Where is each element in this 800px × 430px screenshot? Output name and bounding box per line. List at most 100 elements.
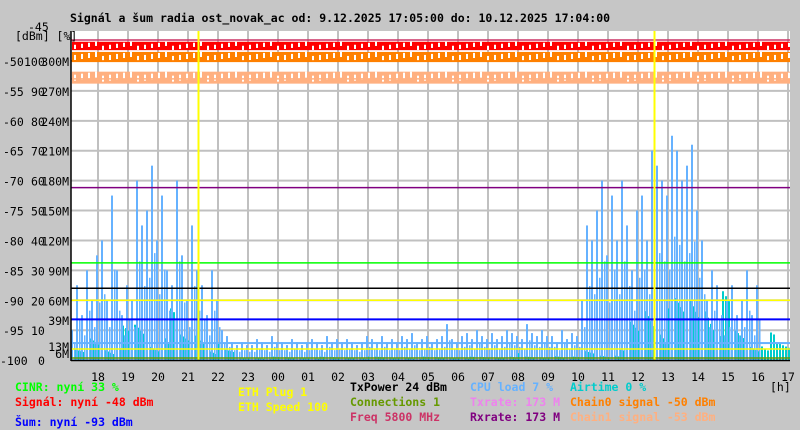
signal-band-gap bbox=[354, 54, 356, 61]
cpu-load-bar bbox=[174, 318, 176, 360]
legend-item: Chain0 signal -50 dBm bbox=[570, 395, 715, 409]
signal-band-gap bbox=[620, 51, 622, 58]
cpu-load-bar bbox=[684, 261, 686, 360]
cpu-load-bar bbox=[721, 315, 723, 360]
signal-band-gap bbox=[165, 71, 167, 78]
signal-band-gap bbox=[340, 51, 342, 58]
signal-band-gap bbox=[256, 53, 258, 60]
signal-band-gap bbox=[445, 51, 447, 58]
cpu-load-bar bbox=[644, 269, 646, 360]
cpu-load-bar bbox=[139, 261, 141, 360]
signal-band-gap bbox=[571, 53, 573, 60]
signal-band-gap bbox=[109, 54, 111, 61]
signal-band-gap bbox=[102, 45, 104, 50]
signal-band-gap bbox=[788, 52, 790, 59]
signal-band-gap bbox=[739, 44, 741, 49]
signal-band-gap bbox=[746, 43, 748, 48]
signal-band-gap bbox=[620, 71, 622, 78]
signal-band-gap bbox=[501, 43, 503, 48]
cpu-load-bar bbox=[141, 225, 143, 360]
signal-band-gap bbox=[599, 74, 601, 81]
signal-band-gap bbox=[144, 74, 146, 81]
signal-band-gap bbox=[389, 74, 391, 81]
cpu-load-bar bbox=[134, 327, 136, 360]
x-tick-label: 13 bbox=[661, 370, 675, 384]
y-tick-pct: 10 bbox=[31, 324, 45, 338]
y-tick-mbps: 60M bbox=[48, 294, 69, 308]
signal-band-gap bbox=[767, 45, 769, 50]
signal-band-gap bbox=[473, 52, 475, 59]
signal-band-gap bbox=[578, 52, 580, 59]
signal-band-gap bbox=[130, 71, 132, 78]
signal-band-gap bbox=[298, 72, 300, 79]
signal-band-gap bbox=[424, 74, 426, 81]
y-tick-dbm: -60 bbox=[3, 115, 24, 129]
signal-band-gap bbox=[760, 41, 762, 46]
signal-band-gap bbox=[711, 53, 713, 60]
cpu-load-bar bbox=[79, 318, 81, 360]
signal-band-gap bbox=[445, 71, 447, 78]
signal-band-gap bbox=[368, 72, 370, 79]
cpu-load-bar bbox=[711, 270, 713, 360]
signal-band-gap bbox=[186, 43, 188, 48]
signal-band-gap bbox=[81, 53, 83, 60]
signal-band-gap bbox=[340, 71, 342, 78]
signal-band-gap bbox=[697, 45, 699, 50]
airtime-bar bbox=[770, 332, 772, 360]
signal-band-gap bbox=[74, 54, 76, 61]
signal-band-gap bbox=[585, 41, 587, 46]
cpu-load-bar bbox=[681, 180, 683, 360]
y-tick-mbps: 210M bbox=[41, 145, 69, 159]
cpu-load-bar bbox=[249, 351, 251, 360]
y-tick-pct: 30 bbox=[31, 264, 45, 278]
cpu-load-bar bbox=[636, 210, 638, 360]
cpu-load-bar bbox=[601, 180, 603, 360]
cpu-load-bar bbox=[704, 294, 706, 360]
x-tick-label: 01 bbox=[301, 370, 315, 384]
y-tick-dbm: -80 bbox=[3, 234, 24, 248]
cpu-load-bar bbox=[154, 253, 156, 360]
signal-band-gap bbox=[613, 52, 615, 59]
cpu-load-bar bbox=[184, 302, 186, 360]
cpu-load-bar bbox=[324, 351, 326, 360]
cpu-load-bar bbox=[121, 315, 123, 360]
signal-band-gap bbox=[389, 44, 391, 49]
signal-band-gap bbox=[641, 43, 643, 48]
signal-band-gap bbox=[305, 41, 307, 46]
cpu-load-bar bbox=[571, 333, 573, 360]
cpu-load-bar bbox=[181, 255, 183, 360]
cpu-load-bar bbox=[609, 302, 611, 360]
signal-band-gap bbox=[207, 45, 209, 50]
signal-band-gap bbox=[431, 53, 433, 60]
signal-band-gap bbox=[459, 44, 461, 49]
signal-band-gap bbox=[123, 52, 125, 59]
y-tick-mbps: 180M bbox=[41, 175, 69, 189]
rate-marker-label: 6M bbox=[55, 347, 69, 361]
signal-band-gap bbox=[319, 54, 321, 61]
signal-band-gap bbox=[298, 52, 300, 59]
cpu-load-bar bbox=[214, 310, 216, 360]
cpu-load-bar bbox=[709, 327, 711, 360]
signal-band-gap bbox=[760, 51, 762, 58]
signal-band-gap bbox=[382, 45, 384, 50]
signal-band-gap bbox=[235, 71, 237, 78]
cpu-load-bar bbox=[226, 336, 228, 360]
cpu-load-bar bbox=[219, 327, 221, 360]
cpu-load-bar bbox=[631, 270, 633, 360]
signal-band-gap bbox=[158, 42, 160, 47]
cpu-load-bar bbox=[191, 225, 193, 360]
signal-band-gap bbox=[466, 53, 468, 60]
signal-band-gap bbox=[508, 72, 510, 79]
y-tick-dbm: -65 bbox=[3, 145, 24, 159]
x-unit-label: [h] bbox=[770, 380, 791, 394]
legend-item: CINR: nyní 33 % bbox=[15, 380, 119, 394]
signal-band-gap bbox=[753, 52, 755, 59]
signal-band-gap bbox=[326, 43, 328, 48]
cpu-load-bar bbox=[254, 351, 256, 360]
signal-band-gap bbox=[606, 43, 608, 48]
legend-item: ETH Plug 1 bbox=[238, 385, 307, 399]
cpu-load-bar bbox=[114, 269, 116, 360]
legend-item: Txrate: 173 M bbox=[470, 395, 560, 409]
signal-band-gap bbox=[788, 72, 790, 79]
cpu-load-bar bbox=[659, 253, 661, 360]
